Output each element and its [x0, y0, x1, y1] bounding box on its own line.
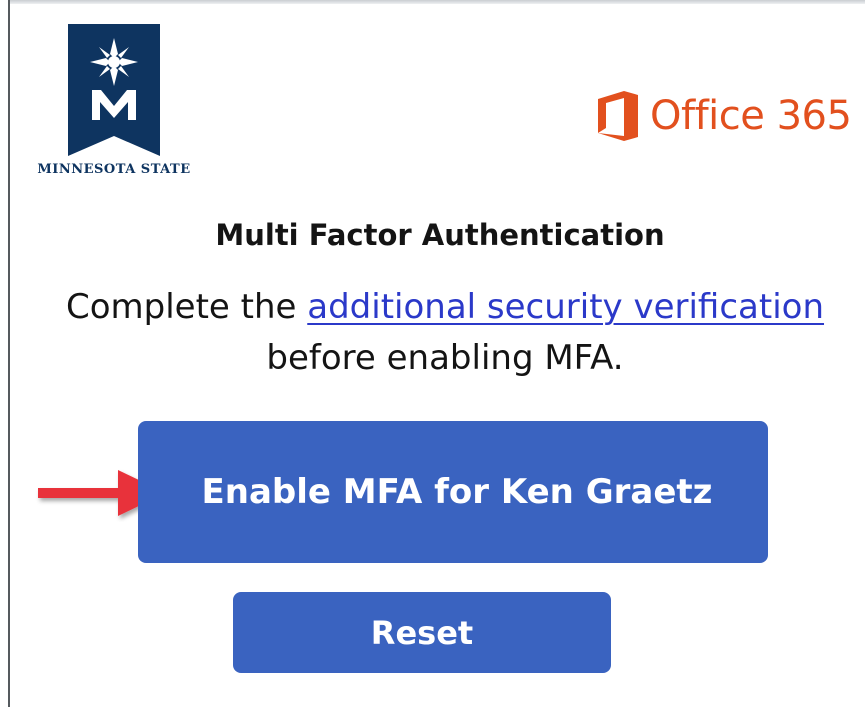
enable-mfa-button[interactable]: Enable MFA for Ken Graetz: [138, 421, 768, 563]
left-border: [8, 0, 10, 707]
mfa-panel: MINNESOTA STATE Office 365 Multi Factor …: [0, 0, 865, 707]
office-365-icon: [598, 91, 638, 141]
instruction-text: Complete the additional security verific…: [60, 282, 830, 384]
top-border: [8, 0, 865, 4]
page-title: Multi Factor Authentication: [215, 218, 665, 252]
reset-button[interactable]: Reset: [233, 592, 611, 673]
minnesota-state-logo: MINNESOTA STATE: [34, 24, 194, 184]
office-365-logo: Office 365: [596, 88, 856, 144]
office-365-wordmark: Office 365: [650, 93, 852, 139]
instruction-suffix: before enabling MFA.: [266, 338, 624, 378]
instruction-prefix: Complete the: [65, 287, 308, 327]
minnesota-state-star-m-icon: [68, 24, 160, 156]
additional-security-verification-link[interactable]: additional security verification: [307, 287, 824, 327]
minnesota-state-wordmark: MINNESOTA STATE: [37, 162, 191, 177]
